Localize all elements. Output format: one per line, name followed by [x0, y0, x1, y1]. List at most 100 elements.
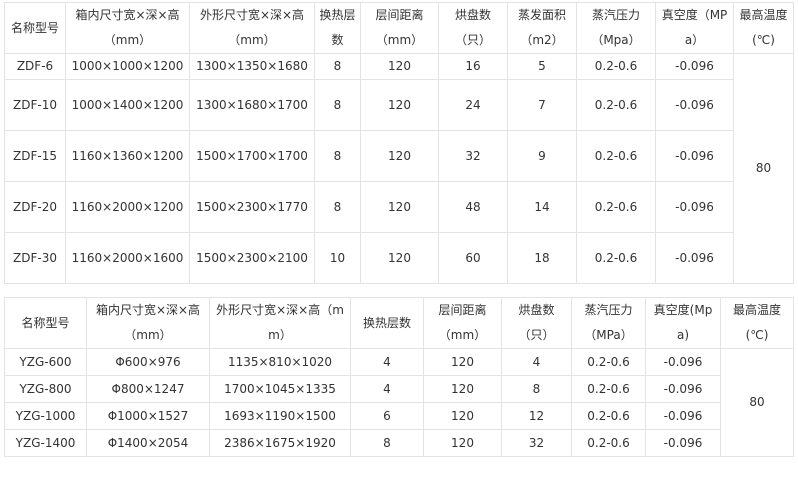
- table-cell: Φ1000×1527: [86, 402, 210, 430]
- table-cell: -0.096: [645, 429, 721, 457]
- header-cell: 换热层数: [314, 2, 361, 54]
- header-cell: 最高温度(℃): [720, 297, 794, 349]
- table-cell: Φ800×1247: [86, 375, 210, 403]
- header-cell: 换热层数: [350, 297, 424, 349]
- table-row: ZDF-30 1160×2000×1600 1500×2300×2100 10 …: [4, 232, 794, 284]
- model-cell: YZG-1000: [4, 402, 87, 430]
- table-cell: 32: [501, 429, 572, 457]
- table-cell: 120: [360, 130, 439, 182]
- table-cell: 0.2-0.6: [576, 130, 656, 182]
- header-cell: 箱内尺寸宽×深×高（mm）: [65, 2, 190, 54]
- table-cell: 8: [501, 375, 572, 403]
- header-cell: 真空度（MPa）: [655, 2, 734, 54]
- table-cell: -0.096: [655, 130, 734, 182]
- header-cell: 层间距离（mm）: [360, 2, 439, 54]
- header-cell: 蒸汽压力（Mpa）: [576, 2, 656, 54]
- model-cell: YZG-1400: [4, 429, 87, 457]
- table-cell: 120: [423, 402, 502, 430]
- table-cell: 12: [501, 402, 572, 430]
- table-cell: 1160×1360×1200: [65, 130, 190, 182]
- table-cell: 1500×1700×1700: [189, 130, 315, 182]
- table-cell: 18: [507, 232, 577, 284]
- table-cell: -0.096: [655, 181, 734, 233]
- table-cell: 0.2-0.6: [576, 79, 656, 131]
- table-cell: 1160×2000×1600: [65, 232, 190, 284]
- table-row: ZDF-15 1160×1360×1200 1500×1700×1700 8 1…: [4, 130, 794, 182]
- table-cell: Φ1400×2054: [86, 429, 210, 457]
- table-cell: -0.096: [645, 375, 721, 403]
- table-cell: 48: [438, 181, 508, 233]
- max-temp-cell: 80: [733, 53, 794, 284]
- table-cell: 1000×1400×1200: [65, 79, 190, 131]
- header-cell: 蒸汽压力（MPa）: [571, 297, 646, 349]
- table-cell: 0.2-0.6: [571, 375, 646, 403]
- table-cell: 8: [314, 181, 361, 233]
- table-cell: Φ600×976: [86, 348, 210, 376]
- header-cell: 名称型号: [4, 2, 66, 54]
- table-cell: 120: [423, 375, 502, 403]
- max-temp-cell: 80: [720, 348, 794, 457]
- header-cell: 外形尺寸宽×深×高（mm）: [189, 2, 315, 54]
- table-header-row: 名称型号 箱内尺寸宽×深×高（mm） 外形尺寸宽×深×高（mm） 换热层数 层间…: [4, 297, 794, 349]
- table-cell: 2386×1675×1920: [209, 429, 351, 457]
- model-cell: ZDF-10: [4, 79, 66, 131]
- table-cell: 8: [314, 130, 361, 182]
- model-cell: ZDF-30: [4, 232, 66, 284]
- table-cell: 8: [314, 53, 361, 80]
- header-cell: 层间距离（mm）: [423, 297, 502, 349]
- spec-table-yzg: 名称型号 箱内尺寸宽×深×高（mm） 外形尺寸宽×深×高（mm） 换热层数 层间…: [4, 297, 794, 457]
- model-cell: ZDF-15: [4, 130, 66, 182]
- header-cell: 烘盘数（只）: [438, 2, 508, 54]
- table-cell: 10: [314, 232, 361, 284]
- table-cell: 120: [360, 53, 439, 80]
- table-cell: 1693×1190×1500: [209, 402, 351, 430]
- table-cell: -0.096: [645, 402, 721, 430]
- header-cell: 蒸发面积（m2）: [507, 2, 577, 54]
- table-cell: 1160×2000×1200: [65, 181, 190, 233]
- table-cell: 0.2-0.6: [576, 181, 656, 233]
- table-row: ZDF-20 1160×2000×1200 1500×2300×1770 8 1…: [4, 181, 794, 233]
- table-cell: 0.2-0.6: [571, 348, 646, 376]
- table-cell: 7: [507, 79, 577, 131]
- table-row: ZDF-10 1000×1400×1200 1300×1680×1700 8 1…: [4, 79, 794, 131]
- table-cell: 0.2-0.6: [571, 429, 646, 457]
- header-cell: 箱内尺寸宽×深×高（mm）: [86, 297, 210, 349]
- table-cell: 1300×1350×1680: [189, 53, 315, 80]
- table-cell: 120: [360, 79, 439, 131]
- table-cell: 6: [350, 402, 424, 430]
- table-cell: -0.096: [645, 348, 721, 376]
- table-cell: 4: [501, 348, 572, 376]
- table-cell: 1500×2300×1770: [189, 181, 315, 233]
- header-cell: 最高温度(℃): [733, 2, 794, 54]
- header-cell: 真空度(Mpa): [645, 297, 721, 349]
- model-cell: ZDF-20: [4, 181, 66, 233]
- spec-table-zdf: 名称型号 箱内尺寸宽×深×高（mm） 外形尺寸宽×深×高（mm） 换热层数 层间…: [4, 2, 794, 284]
- table-cell: 4: [350, 348, 424, 376]
- table-cell: 1135×810×1020: [209, 348, 351, 376]
- table-cell: 120: [360, 181, 439, 233]
- table-cell: 120: [423, 348, 502, 376]
- table-cell: 120: [360, 232, 439, 284]
- table-row: YZG-1000 Φ1000×1527 1693×1190×1500 6 120…: [4, 402, 794, 430]
- model-cell: YZG-600: [4, 348, 87, 376]
- table-row: YZG-1400 Φ1400×2054 2386×1675×1920 8 120…: [4, 429, 794, 457]
- table-row: ZDF-6 1000×1000×1200 1300×1350×1680 8 12…: [4, 53, 794, 284]
- table-cell: 0.2-0.6: [576, 53, 656, 80]
- table-row: YZG-600 Φ600×976 1135×810×1020 4 120 4 0…: [4, 348, 794, 457]
- table-cell: 60: [438, 232, 508, 284]
- table-row: YZG-800 Φ800×1247 1700×1045×1335 4 120 8…: [4, 375, 794, 403]
- table-cell: 8: [314, 79, 361, 131]
- table-cell: -0.096: [655, 232, 734, 284]
- table-cell: 1700×1045×1335: [209, 375, 351, 403]
- table-cell: 9: [507, 130, 577, 182]
- table-cell: 5: [507, 53, 577, 80]
- table-cell: 120: [423, 429, 502, 457]
- table-cell: 16: [438, 53, 508, 80]
- table-cell: -0.096: [655, 79, 734, 131]
- header-cell: 外形尺寸宽×深×高（mm）: [209, 297, 351, 349]
- table-cell: 8: [350, 429, 424, 457]
- model-cell: YZG-800: [4, 375, 87, 403]
- table-header-row: 名称型号 箱内尺寸宽×深×高（mm） 外形尺寸宽×深×高（mm） 换热层数 层间…: [4, 2, 794, 54]
- table-cell: -0.096: [655, 53, 734, 80]
- table-cell: 1300×1680×1700: [189, 79, 315, 131]
